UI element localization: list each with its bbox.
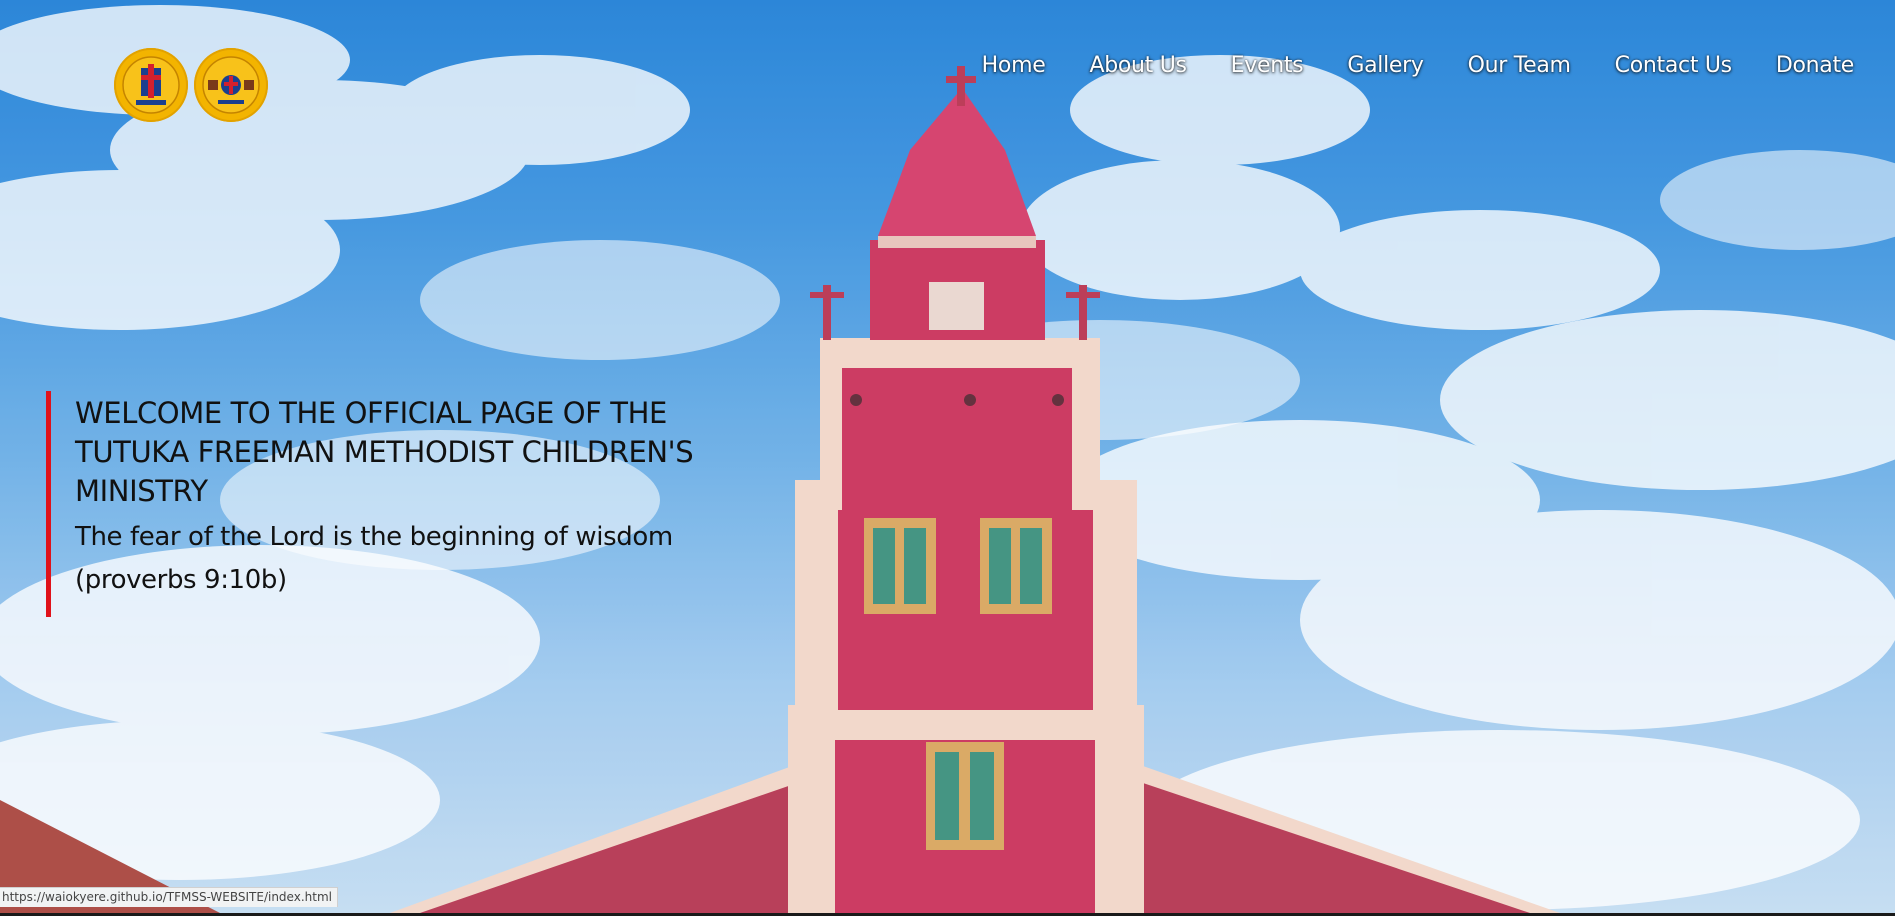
nav-donate[interactable]: Donate [1754,49,1854,83]
nav-our-team[interactable]: Our Team [1446,49,1593,83]
welcome-heading: WELCOME TO THE OFFICIAL PAGE OF THE TUTU… [75,396,694,508]
nav-gallery[interactable]: Gallery [1325,49,1445,83]
nav-events[interactable]: Events [1209,49,1326,83]
nav-contact-us[interactable]: Contact Us [1593,49,1754,83]
childrens-ministry-seal-icon [202,56,260,114]
logo-group[interactable] [114,48,268,122]
hero-section: Home About Us Events Gallery Our Team Co… [0,0,1895,913]
childrens-ministry-logo[interactable] [194,48,268,122]
main-navigation: Home About Us Events Gallery Our Team Co… [960,49,1855,83]
link-status-bar: https://waiokyere.github.io/TFMSS-WEBSIT… [0,887,338,907]
bible-verse: The fear of the Lord is the beginning of… [75,522,673,595]
welcome-banner: WELCOME TO THE OFFICIAL PAGE OF THE TUTU… [46,391,811,617]
nav-about-us[interactable]: About Us [1067,49,1208,83]
methodist-church-logo[interactable] [114,48,188,122]
nav-home[interactable]: Home [960,49,1068,83]
methodist-church-seal-icon [122,56,180,114]
